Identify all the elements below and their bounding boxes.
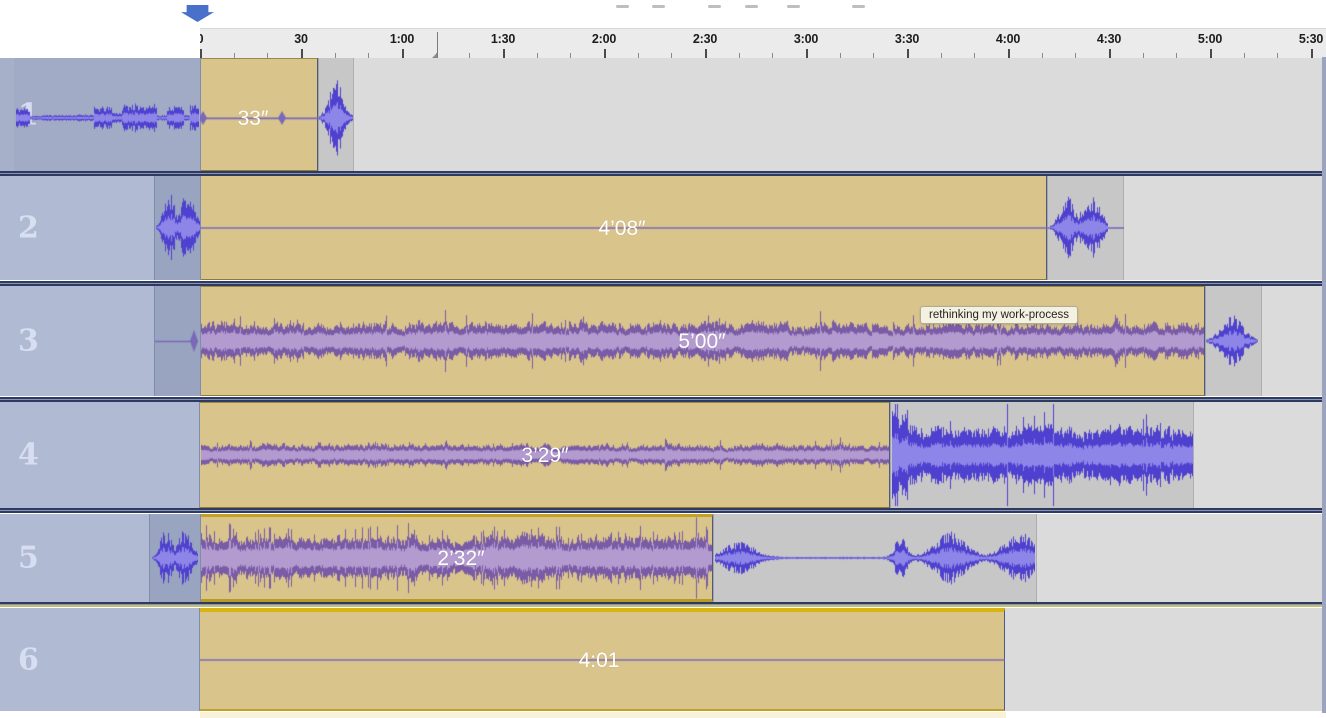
title-text-fragment	[787, 5, 800, 8]
right-edge-strip	[1322, 57, 1326, 713]
track-row-1: 1 33″	[0, 58, 1326, 171]
track-separator	[0, 281, 1326, 286]
ruler-time-label: 1:30	[491, 32, 515, 46]
ruler-time-label: 1:00	[390, 32, 414, 46]
clip-duration-label: 4’08″	[598, 217, 645, 241]
audio-editor-window: 0 30 1:00 1:30 2:00 2:30 3:00 3:30 4:00 4:30 5:00 5…	[0, 0, 1326, 718]
track-separator	[0, 171, 1326, 176]
timeline-ruler[interactable]: 0 30 1:00 1:30 2:00 2:30 3:00 3:30 4:00 4:30 5:00 5…	[200, 28, 1326, 59]
track-row-6: 6 4:01	[0, 608, 1326, 711]
title-text-fragment	[652, 5, 665, 8]
track-header-strip	[155, 175, 201, 280]
clip-duration-label: 4:01	[579, 649, 620, 673]
title-text-fragment	[745, 5, 758, 8]
track-number: 4	[18, 438, 39, 473]
tracks-area: 1 33″ 2 4’08″ 3 5’00″ 4 3’29″ 5 2’32″ 6 4:01	[0, 57, 1326, 713]
clip-duration-label: 5’00″	[678, 330, 725, 354]
title-text-fragment	[852, 5, 865, 8]
bottom-clip-edge	[200, 712, 1006, 718]
ruler-time-label: 3:00	[794, 32, 818, 46]
track-separator	[0, 508, 1326, 513]
clip-duration-label: 3’29″	[521, 444, 568, 468]
ruler-time-label: 5:00	[1198, 32, 1222, 46]
audio-clip-gray[interactable]	[1205, 286, 1262, 396]
track-number: 5	[18, 541, 39, 576]
clip-tooltip: rethinking my work-process	[920, 306, 1078, 324]
track-separator	[0, 397, 1326, 402]
track-number: 3	[18, 324, 39, 359]
ruler-time-label: 2:00	[592, 32, 616, 46]
track-row-4: 4 3’29″	[0, 402, 1326, 508]
track-number: 6	[18, 642, 39, 677]
audio-clip-gray[interactable]	[713, 514, 1037, 602]
track-number: 1	[18, 97, 39, 132]
track-row-3: 3 5’00″	[0, 286, 1326, 396]
ruler-time-label: 4:30	[1097, 32, 1121, 46]
audio-clip-gray[interactable]	[890, 402, 1194, 508]
playhead-cursor[interactable]	[437, 32, 438, 58]
track-separator	[0, 602, 1326, 607]
track-row-5: 5 2’32″	[0, 514, 1326, 602]
track-row-2: 2 4’08″	[0, 175, 1326, 280]
clip-duration-label: 2’32″	[437, 547, 484, 571]
audio-clip-gray[interactable]	[318, 58, 354, 171]
ruler-time-label: 5:30	[1299, 32, 1323, 46]
track-header-strip	[155, 286, 201, 396]
ruler-time-label: 30	[294, 32, 308, 46]
title-text-fragment	[616, 5, 629, 8]
clip-duration-label: 33″	[238, 107, 269, 131]
track-number: 2	[18, 210, 39, 245]
audio-clip-gray[interactable]	[1047, 175, 1124, 280]
title-text-fragment	[708, 5, 721, 8]
ruler-time-label: 0	[200, 32, 203, 46]
track-header-strip	[14, 58, 201, 171]
ruler-time-label: 3:30	[895, 32, 919, 46]
ruler-time-label: 2:30	[693, 32, 717, 46]
track-header-strip	[150, 514, 201, 602]
ruler-time-label: 4:00	[996, 32, 1020, 46]
